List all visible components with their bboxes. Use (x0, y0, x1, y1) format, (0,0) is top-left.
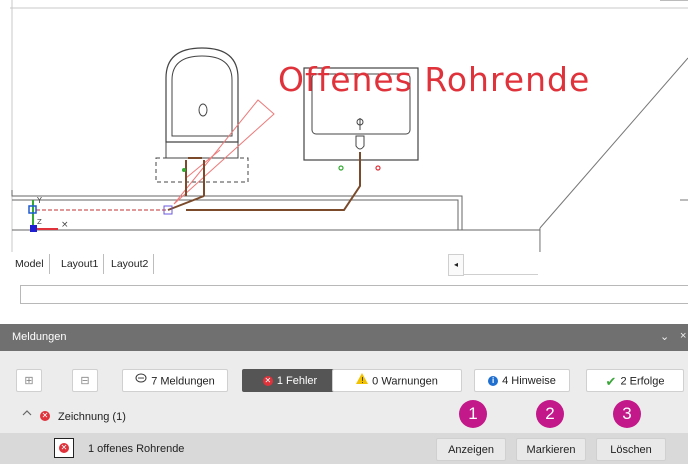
filter-fehler-button[interactable]: ✕ 1 Fehler (242, 369, 338, 392)
filter-meldungen-button[interactable]: 7 Meldungen (122, 369, 228, 392)
group-row-zeichnung[interactable]: ✕ Zeichnung (1) (0, 405, 688, 429)
checkmark-icon: ✔ (605, 374, 617, 389)
tab-model[interactable]: Model (10, 254, 50, 274)
layout-tab-bar: Model Layout1 Layout2 ◂ (0, 252, 688, 276)
hinweise-label: 4 Hinweise (502, 375, 556, 387)
loeschen-button[interactable]: Löschen (596, 438, 666, 461)
cad-drawing: Y × Z (10, 0, 688, 252)
command-line-input[interactable] (20, 285, 688, 304)
close-panel-icon[interactable]: × (680, 330, 686, 342)
error-item-icon-box: ✕ (54, 438, 74, 458)
callout-badge-2: 2 (536, 400, 564, 428)
panel-title: Meldungen (12, 331, 67, 343)
filter-hinweise-button[interactable]: i4 Hinweise (474, 369, 570, 392)
filter-erfolge-button[interactable]: ✔ 2 Erfolge (586, 369, 684, 392)
collapse-all-icon: ⊟ (80, 375, 90, 387)
callout-badge-1: 1 (459, 400, 487, 428)
item-text: 1 offenes Rohrende (88, 443, 185, 455)
info-icon: i (488, 376, 499, 387)
svg-text:Z: Z (37, 218, 42, 226)
expand-all-button[interactable]: ⊞ (16, 369, 42, 392)
fehler-label: 1 Fehler (276, 375, 318, 387)
panel-header: Meldungen ⌄ × (0, 324, 688, 351)
anzeigen-button[interactable]: Anzeigen (436, 438, 506, 461)
drawing-canvas[interactable]: Y × Z Offenes Rohrende (0, 0, 688, 252)
collapse-all-button[interactable]: ⊟ (72, 369, 98, 392)
scroll-left-button[interactable]: ◂ (448, 254, 464, 276)
warning-icon: ! (356, 370, 369, 393)
erfolge-label: 2 Erfolge (620, 375, 665, 388)
collapse-panel-icon[interactable]: ⌄ (660, 330, 669, 343)
callout-badge-3: 3 (613, 400, 641, 428)
error-icon: ✕ (59, 443, 69, 453)
expand-all-icon: ⊞ (24, 375, 34, 387)
tab-layout2[interactable]: Layout2 (106, 254, 155, 274)
warnungen-label: 0 Warnungen (372, 375, 438, 388)
markieren-button[interactable]: Markieren (516, 438, 586, 461)
chevron-up-icon[interactable] (22, 409, 32, 419)
svg-text:×: × (61, 220, 69, 230)
meldungen-label: 7 Meldungen (151, 375, 215, 388)
filter-warnungen-button[interactable]: ! 0 Warnungen (332, 369, 462, 392)
group-label: Zeichnung (1) (58, 411, 126, 423)
svg-text:Y: Y (36, 196, 42, 205)
error-icon: ✕ (40, 411, 50, 421)
error-icon: ✕ (262, 376, 273, 387)
tab-layout1[interactable]: Layout1 (56, 254, 105, 274)
svg-text:!: ! (361, 376, 364, 384)
horizontal-scrollbar[interactable] (464, 254, 538, 275)
annotation-text: Offenes Rohrende (278, 60, 591, 99)
messages-icon (135, 370, 147, 393)
